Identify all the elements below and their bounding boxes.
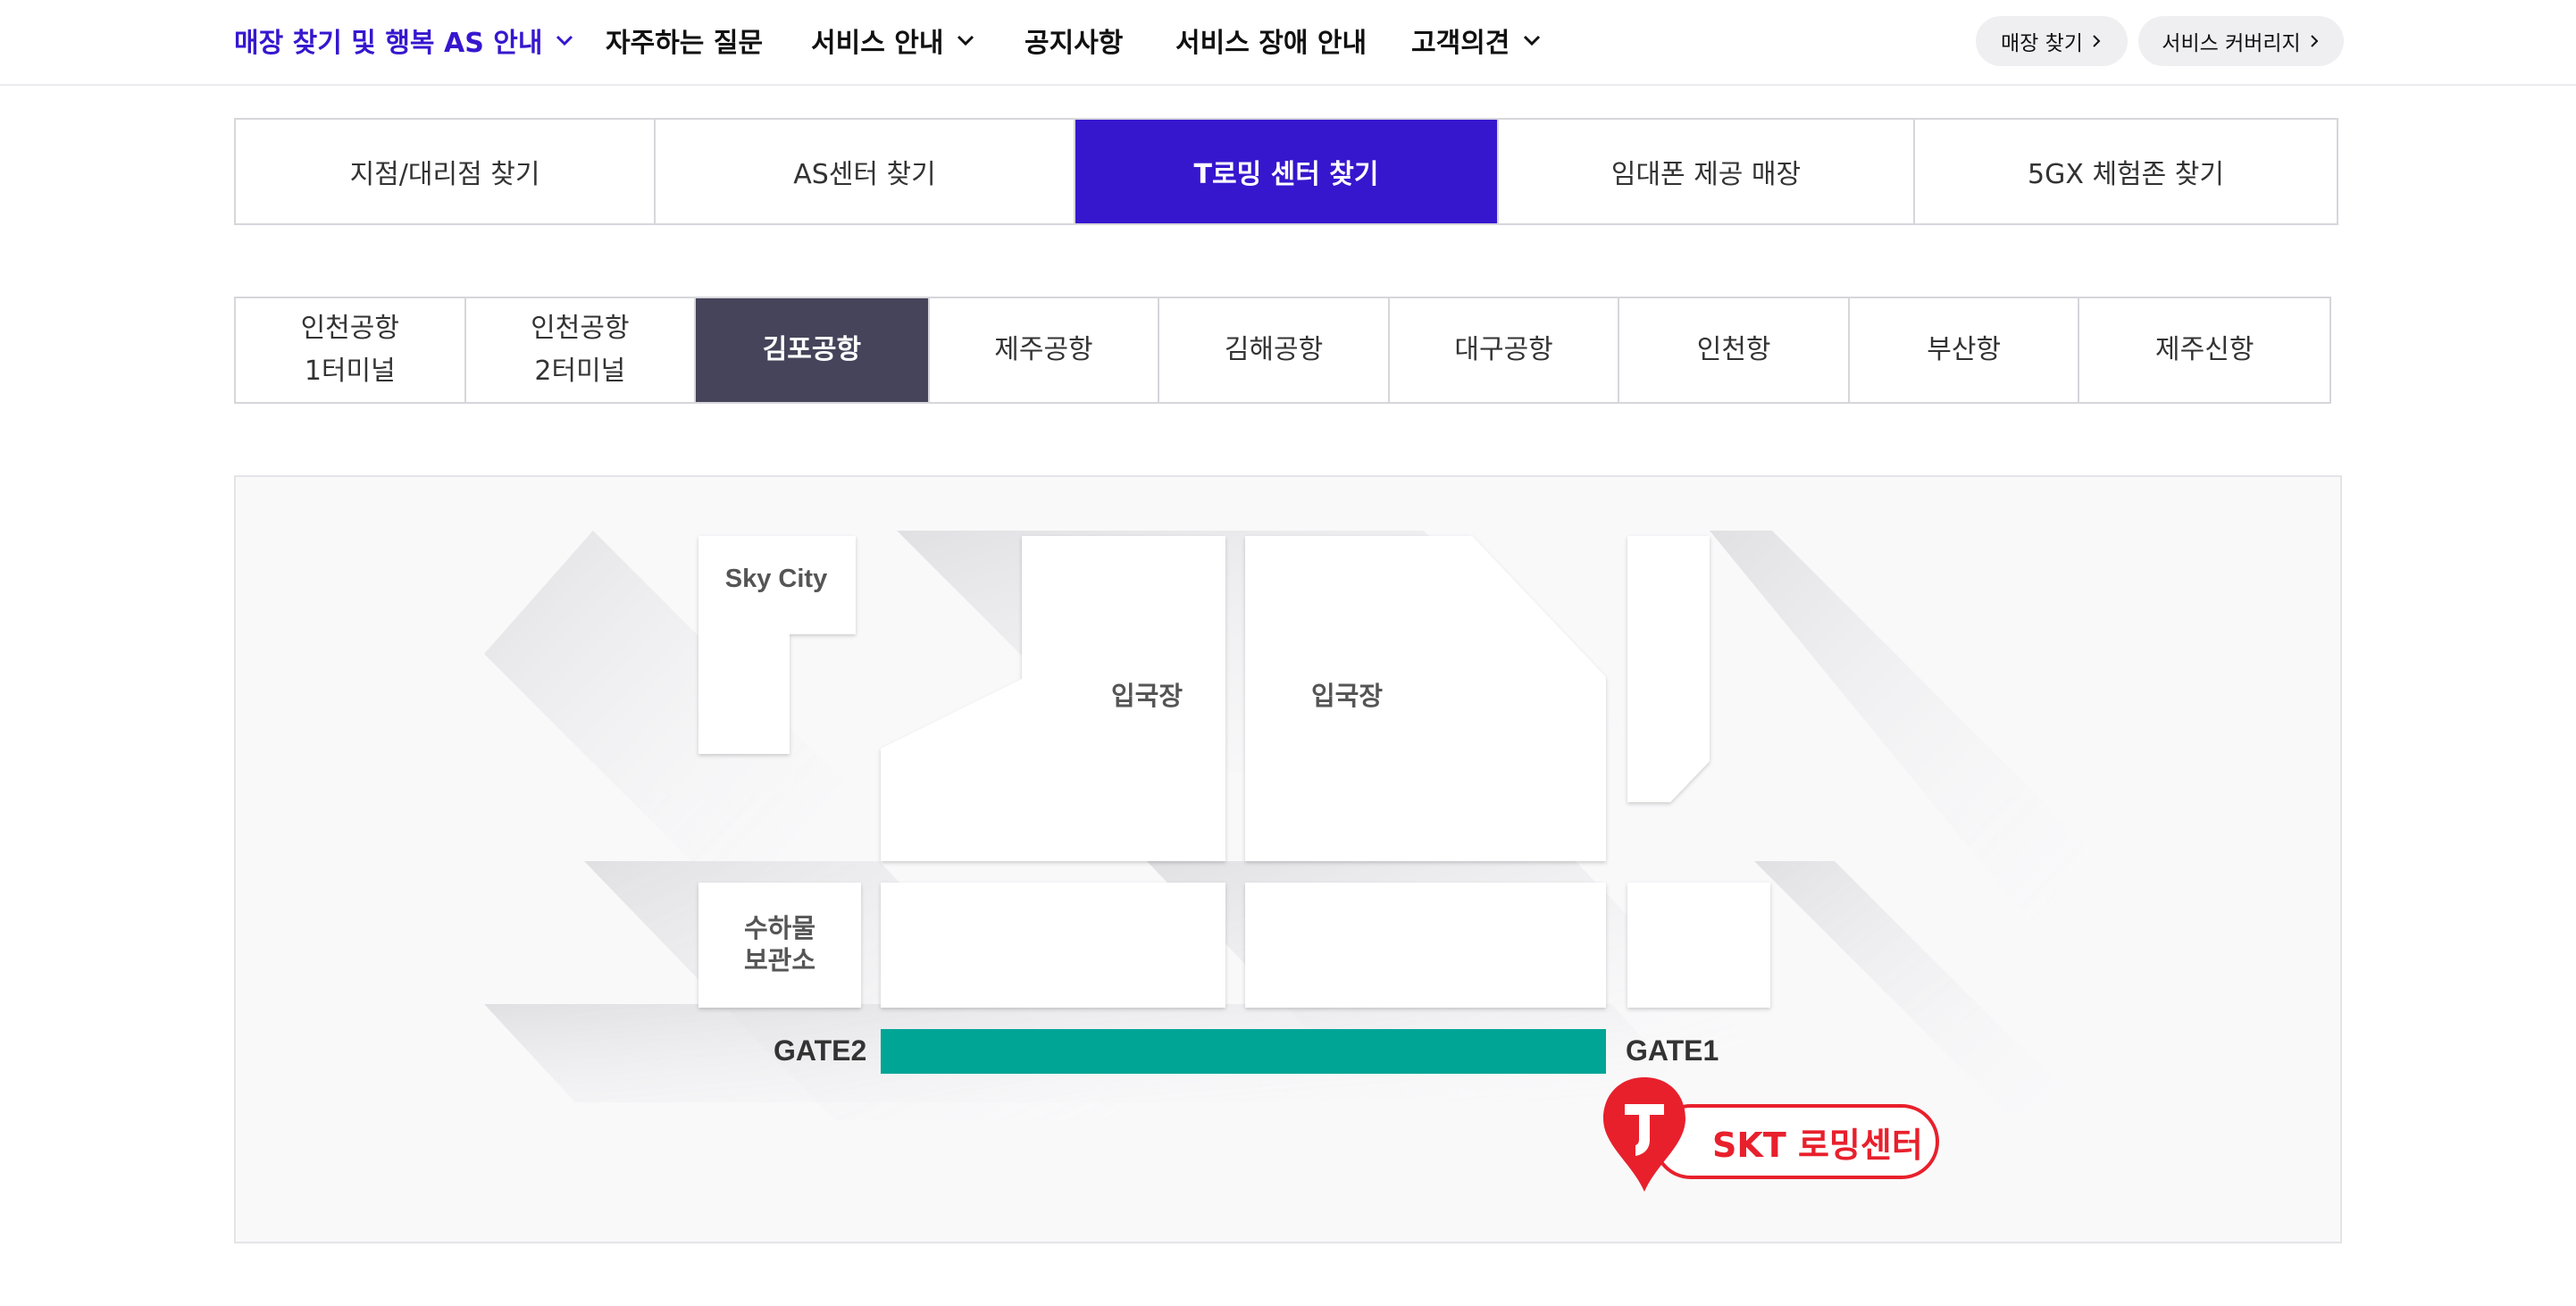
- terminal-map-graphic: [484, 531, 2094, 1120]
- nav-service-guide-label: 서비스 안내: [811, 28, 944, 59]
- tab-line1: 인천공항: [531, 313, 630, 344]
- tab-as-center[interactable]: AS센터 찾기: [656, 120, 1075, 223]
- arrival-right-label: 입국장: [1310, 682, 1384, 711]
- tab-incheon-t1-text: 인천공항 1터미널: [301, 307, 399, 393]
- lower-block-1: [881, 883, 1225, 1008]
- tab-rental-phone[interactable]: 임대폰 제공 매장: [1499, 120, 1915, 223]
- chevron-down-icon: [1524, 35, 1541, 46]
- store-type-tabs: 지점/대리점 찾기 AS센터 찾기 T로밍 센터 찾기 임대폰 제공 매장 5G…: [234, 118, 2338, 225]
- nav-faq[interactable]: 자주하는 질문: [606, 18, 763, 63]
- airport-tabs: 인천공항 1터미널 인천공항 2터미널 김포공항 제주공항 김해공항 대구공항 …: [234, 297, 2331, 404]
- tab-incheon-t1[interactable]: 인천공항 1터미널: [236, 298, 466, 402]
- narrow-right-block: [1627, 536, 1710, 802]
- nav-notice-label: 공지사항: [1025, 28, 1124, 59]
- store-finder-link-label: 매장 찾기: [2001, 32, 2083, 55]
- t-logo-pin-icon: [1603, 1077, 1685, 1192]
- tab-jeju[interactable]: 제주공항: [930, 298, 1160, 402]
- nav-store-finder-label: 매장 찾기 및 행복 AS 안내: [234, 28, 543, 59]
- tab-daegu[interactable]: 대구공항: [1390, 298, 1620, 402]
- arrival-left-label: 입국장: [1110, 682, 1183, 711]
- tab-branch-finder[interactable]: 지점/대리점 찾기: [236, 120, 656, 223]
- tab-incheon-port[interactable]: 인천항: [1619, 298, 1850, 402]
- service-coverage-link[interactable]: 서비스 커버리지: [2138, 16, 2344, 66]
- gate2-label: GATE2: [774, 1034, 867, 1067]
- chevron-down-icon: [958, 35, 974, 46]
- top-navigation: 매장 찾기 및 행복 AS 안내 자주하는 질문 서비스 안내 공지사항 서비스…: [0, 0, 2576, 86]
- nav-store-finder[interactable]: 매장 찾기 및 행복 AS 안내: [234, 18, 574, 63]
- skt-roaming-center-marker[interactable]: SKT 로밍센터: [1600, 1074, 1957, 1199]
- chevron-right-icon: [2093, 35, 2101, 47]
- baggage-line1: 수하물: [743, 915, 816, 943]
- nav-outage-notice-label: 서비스 장애 안내: [1175, 28, 1367, 59]
- baggage-storage-label: 수하물 보관소: [698, 913, 861, 977]
- tab-troaming-center[interactable]: T로밍 센터 찾기: [1075, 120, 1499, 223]
- gate1-label: GATE1: [1626, 1034, 1719, 1067]
- nav-faq-label: 자주하는 질문: [606, 28, 764, 59]
- tab-line2: 2터미널: [534, 356, 626, 387]
- tab-jeju-new-port[interactable]: 제주신항: [2079, 298, 2329, 402]
- baggage-line2: 보관소: [743, 947, 816, 975]
- nav-customer-feedback[interactable]: 고객의견: [1411, 18, 1542, 63]
- nav-customer-feedback-label: 고객의견: [1411, 28, 1510, 59]
- tab-busan-port[interactable]: 부산항: [1850, 298, 2080, 402]
- nav-service-guide[interactable]: 서비스 안내: [811, 18, 975, 63]
- nav-notice[interactable]: 공지사항: [1025, 18, 1123, 63]
- skt-roaming-center-label: SKT 로밍센터: [1653, 1104, 1939, 1179]
- gate-corridor: [881, 1029, 1606, 1074]
- chevron-down-icon: [556, 35, 573, 46]
- service-coverage-link-label: 서비스 커버리지: [2162, 32, 2301, 55]
- tab-line2: 1터미널: [304, 356, 396, 387]
- tab-incheon-t2[interactable]: 인천공항 2터미널: [466, 298, 697, 402]
- tab-gimhae[interactable]: 김해공항: [1159, 298, 1390, 402]
- sky-city-label: Sky City: [724, 565, 828, 593]
- tab-5gx-zone[interactable]: 5GX 체험존 찾기: [1915, 120, 2337, 223]
- nav-outage-notice[interactable]: 서비스 장애 안내: [1175, 18, 1367, 63]
- tab-incheon-t2-text: 인천공항 2터미널: [531, 307, 629, 393]
- store-finder-link[interactable]: 매장 찾기: [1976, 16, 2128, 66]
- lower-block-3: [1627, 883, 1770, 1008]
- tab-line1: 인천공항: [300, 313, 399, 344]
- chevron-right-icon: [2311, 35, 2319, 47]
- terminal-map: Sky City 입국장 입국장 수하물 보관소 GATE2 GATE1 SKT…: [234, 475, 2342, 1243]
- tab-gimpo[interactable]: 김포공항: [696, 298, 930, 402]
- lower-block-2: [1245, 883, 1606, 1008]
